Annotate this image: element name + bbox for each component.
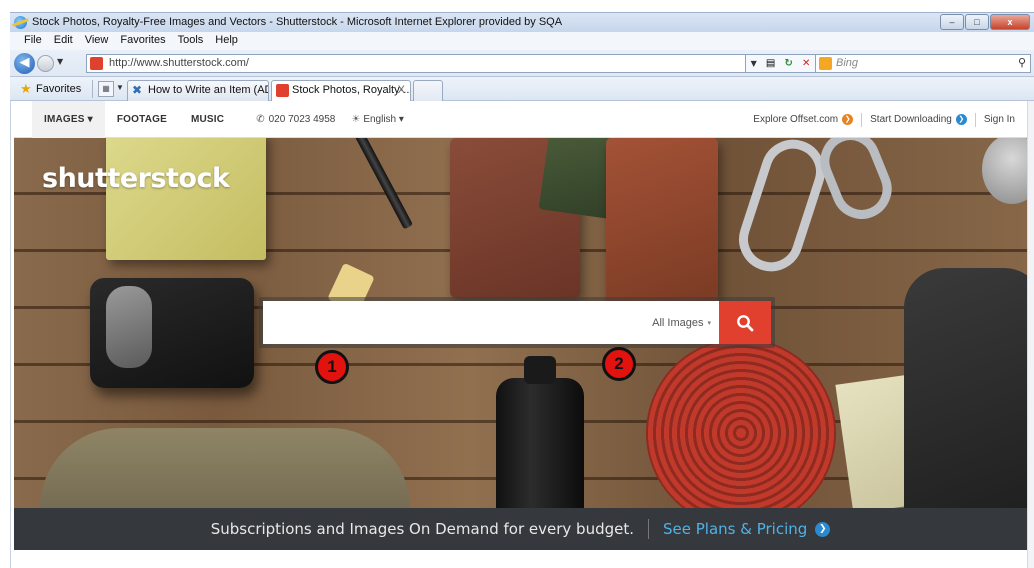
refresh-icon[interactable]: ↻ [784,58,792,69]
quick-tabs-icon[interactable]: ▦ [98,81,114,97]
annotation-marker-2: 2 [602,347,636,381]
tab-page-icon: ✖ [132,83,143,97]
window-titlebar: Stock Photos, Royalty-Free Images and Ve… [10,12,1034,32]
language-selector[interactable]: ☀ English ▾ [345,114,410,125]
vertical-scrollbar[interactable] [1027,101,1034,568]
nav-divider [861,112,863,127]
site-nav-right: Explore Offset.com ❯ Start Downloading ❯ S… [753,101,1015,138]
hero-photo-pot [982,138,1027,204]
promo-banner: Subscriptions and Images On Demand for e… [14,508,1027,550]
search-icon [737,314,754,331]
tab-label: How to Write an Item (AD... [148,84,269,96]
nav-music[interactable]: MUSIC [179,101,236,138]
favorites-star-icon: ★ [20,81,32,96]
menu-help[interactable]: Help [209,32,244,50]
start-downloading-label: Start Downloading [870,114,952,126]
favorites-divider [92,80,93,98]
favorites-button[interactable]: Favorites [36,83,81,95]
nav-footage[interactable]: FOOTAGE [105,101,179,138]
chevron-down-icon: ▾ [398,114,404,125]
hero-photo-camera-bag [90,278,254,388]
new-tab-button[interactable] [413,80,443,101]
menu-file[interactable]: File [18,32,48,50]
hero-photo-glove [904,268,1027,508]
favorites-bar: ★ Favorites ▦ ▼ ✖ How to Write an Item (… [10,77,1034,101]
arrow-right-icon[interactable]: ❯ [815,521,831,537]
bing-icon [819,57,832,70]
maximize-button[interactable]: □ [965,14,989,30]
explore-offset-label: Explore Offset.com [753,114,839,126]
tab-favicon-icon [276,84,289,97]
internet-explorer-icon [14,16,27,29]
hero-photo-notebook [606,138,718,308]
compatibility-view-icon[interactable]: ▤ [766,58,775,69]
minimize-button[interactable]: – [940,14,964,30]
arrow-right-icon: ❯ [955,113,967,125]
magnifier-icon[interactable]: ⚲ [1018,56,1026,69]
tab-shutterstock[interactable]: Stock Photos, Royalty-... X [271,80,411,101]
phone-icon: ✆ [256,114,265,125]
plans-pricing-link[interactable]: See Plans & Pricing [663,520,807,538]
hero-photo-book [106,138,266,260]
close-button[interactable]: x [990,14,1030,30]
window-controls: – □ x [940,14,1030,30]
promo-divider [648,519,649,539]
phone-number: ✆ 020 7023 4958 [236,114,345,125]
menu-favorites[interactable]: Favorites [114,32,171,50]
hero-photo-bottle [496,356,584,508]
image-type-label: All Images [652,316,704,329]
site-nav: IMAGES ▾ FOOTAGE MUSIC ✆ 020 7023 4958 ☀ E… [14,101,1027,138]
annotation-marker-1: 1 [315,350,349,384]
site-nav-left: IMAGES ▾ FOOTAGE MUSIC ✆ 020 7023 4958 ☀ E… [32,101,410,138]
explore-offset-link[interactable]: Explore Offset.com ❯ [753,113,854,126]
address-bar: ◀ ▼ http://www.shutterstock.com/ ▼ ▤ ↻ ✕… [10,50,1034,77]
nav-images[interactable]: IMAGES ▾ [32,101,105,138]
menu-view[interactable]: View [79,32,115,50]
tab-close-icon[interactable]: X [398,84,405,96]
url-text: http://www.shutterstock.com/ [109,57,249,69]
hero-photo-carabiner [811,138,901,228]
menu-tools[interactable]: Tools [172,32,210,50]
promo-text: Subscriptions and Images On Demand for e… [210,520,634,538]
hero-photo-sweater [40,428,410,508]
menu-edit[interactable]: Edit [48,32,79,50]
tab-how-to-write[interactable]: ✖ How to Write an Item (AD... [127,80,269,101]
language-label: English [363,114,397,125]
window-title: Stock Photos, Royalty-Free Images and Ve… [32,16,563,28]
back-arrow-icon[interactable]: ◀ [14,53,35,74]
url-field[interactable]: http://www.shutterstock.com/ [86,54,746,73]
web-page: IMAGES ▾ FOOTAGE MUSIC ✆ 020 7023 4958 ☀ E… [14,101,1027,568]
hero-search-bar: All Images ▾ [259,297,775,348]
address-dropdown-icon[interactable]: ▼ [751,59,757,68]
image-type-dropdown[interactable]: All Images ▾ [637,301,719,344]
forward-arrow-icon[interactable] [37,55,54,72]
browser-search-placeholder: Bing [836,57,859,69]
chevron-down-icon: ▾ [707,319,711,327]
shutterstock-logo[interactable]: shutterstock [42,163,230,194]
globe-icon: ☀ [351,114,361,125]
hero-photo-pen [352,138,414,230]
site-favicon-icon [90,57,103,70]
address-tools: ▼ ▤ ↻ ✕ [746,54,816,73]
tab-label: Stock Photos, Royalty-... [292,84,411,96]
nav-images-label: IMAGES [44,114,85,125]
menu-bar: File Edit View Favorites Tools Help [10,32,1034,50]
search-button[interactable] [719,301,771,344]
hero-photo-carabiner [730,138,834,280]
hero-photo-rope [646,338,836,508]
stop-icon[interactable]: ✕ [802,58,810,69]
browser-search-field[interactable]: Bing ⚲ [815,54,1031,73]
sign-in-link[interactable]: Sign In [984,114,1015,125]
start-downloading-link[interactable]: Start Downloading ❯ [870,113,967,126]
history-dropdown-icon[interactable]: ▼ [57,57,63,66]
nav-divider [974,112,976,127]
phone-text: 020 7023 4958 [268,114,336,125]
tab-list-dropdown-icon[interactable]: ▼ [116,83,124,92]
chevron-down-icon: ▾ [87,114,93,125]
arrow-right-icon: ❯ [842,113,854,125]
hero-banner: shutterstock All Images ▾ 1 2 [14,138,1027,508]
